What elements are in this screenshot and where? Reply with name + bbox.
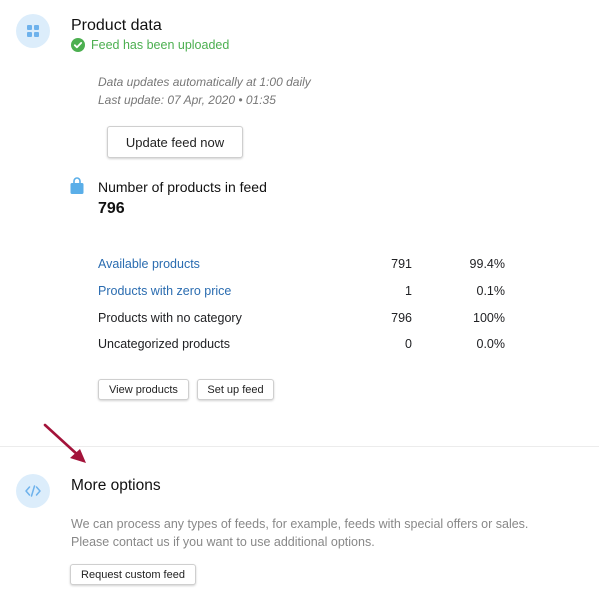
feed-status: Feed has been uploaded [71,38,229,52]
no-category-products-label: Products with no category [98,311,242,325]
no-category-products-count: 796 [391,311,412,325]
no-category-products-percent: 100% [473,311,505,325]
code-icon [25,485,41,497]
uncategorized-products-percent: 0.0% [476,337,506,351]
product-count-label: Number of products in feed [98,179,267,195]
zero-price-products-link[interactable]: Products with zero price [98,284,231,298]
feed-status-text: Feed has been uploaded [91,38,230,52]
more-options-title: More options [71,477,161,494]
stats-row-uncategorized: Uncategorized products 0 0.0% [98,332,508,358]
shopping-bag-icon [70,177,84,194]
stats-row-zero-price: Products with zero price 1 0.1% [98,279,508,305]
more-options-description-line2: Please contact us if you want to use add… [71,535,375,549]
view-products-button[interactable]: View products [98,379,189,400]
more-options-description-line1: We can process any types of feeds, for e… [71,517,529,531]
grid-icon-circle [16,14,50,48]
stats-row-available: Available products 791 99.4% [98,252,508,278]
request-custom-feed-button[interactable]: Request custom feed [70,564,196,585]
update-feed-now-button[interactable]: Update feed now [107,126,243,158]
update-info: Data updates automatically at 1:00 daily… [98,73,311,109]
grid-icon [27,25,39,37]
uncategorized-products-label: Uncategorized products [98,337,231,351]
more-options-description: We can process any types of feeds, for e… [71,515,528,551]
available-products-count: 791 [391,257,412,271]
red-arrow-icon [43,423,86,463]
available-products-link[interactable]: Available products [98,257,200,271]
uncategorized-products-count: 0 [405,337,412,351]
update-schedule: Data updates automatically at 1:00 daily [98,75,311,89]
stats-row-no-category: Products with no category 796 100% [98,306,508,332]
product-data-title: Product data [71,17,162,34]
last-update: Last update: 07 Apr, 2020 • 01:35 [98,93,276,107]
available-products-percent: 99.4% [469,257,505,271]
set-up-feed-button[interactable]: Set up feed [197,379,274,400]
code-icon-circle [16,474,50,508]
zero-price-products-percent: 0.1% [476,284,506,298]
product-count-value: 796 [98,200,125,217]
zero-price-products-count: 1 [405,284,412,298]
check-circle-icon [71,38,85,52]
